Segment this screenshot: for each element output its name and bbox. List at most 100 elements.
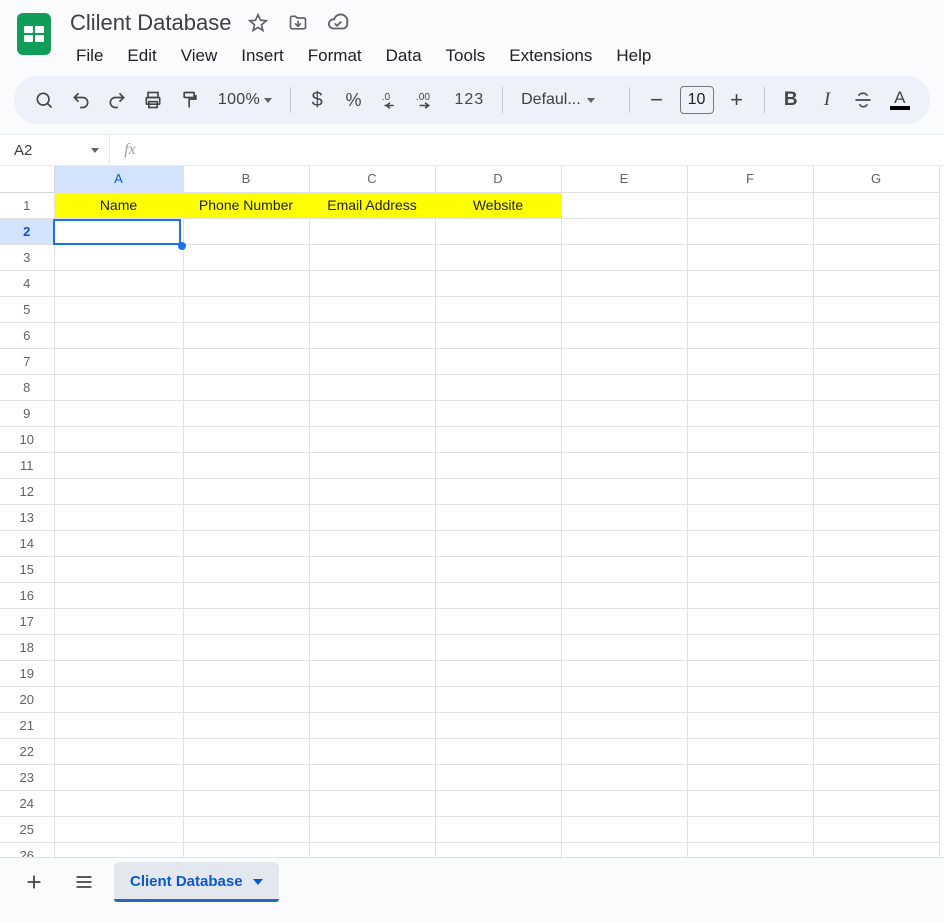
cell[interactable] (813, 192, 939, 218)
cell[interactable] (435, 296, 561, 322)
column-header[interactable]: E (561, 166, 687, 192)
star-icon[interactable] (247, 12, 269, 34)
cell[interactable] (54, 608, 183, 634)
document-title[interactable]: Clilent Database (66, 8, 235, 38)
cell[interactable] (183, 582, 309, 608)
cell[interactable] (309, 374, 435, 400)
cell[interactable] (183, 218, 309, 244)
row-header[interactable]: 26 (0, 842, 54, 857)
cell[interactable] (309, 452, 435, 478)
cell[interactable] (435, 738, 561, 764)
cell[interactable] (183, 660, 309, 686)
cell[interactable] (54, 400, 183, 426)
row-header[interactable]: 22 (0, 738, 54, 764)
cell[interactable] (183, 348, 309, 374)
cell[interactable] (813, 322, 939, 348)
cell[interactable] (687, 790, 813, 816)
cell[interactable] (54, 660, 183, 686)
cell[interactable] (435, 790, 561, 816)
cell[interactable] (561, 504, 687, 530)
cell[interactable] (54, 504, 183, 530)
cell[interactable] (687, 556, 813, 582)
cell[interactable] (561, 530, 687, 556)
cell[interactable] (561, 452, 687, 478)
cell[interactable] (435, 322, 561, 348)
cell[interactable]: Name (54, 192, 183, 218)
move-icon[interactable] (287, 12, 309, 34)
number-format-button[interactable]: 123 (446, 83, 492, 117)
cell[interactable] (435, 530, 561, 556)
cell[interactable] (813, 816, 939, 842)
percent-button[interactable]: % (337, 83, 369, 117)
cell[interactable] (54, 244, 183, 270)
cell[interactable] (435, 426, 561, 452)
cell[interactable] (813, 582, 939, 608)
cell[interactable] (687, 218, 813, 244)
cell[interactable] (687, 686, 813, 712)
menu-insert[interactable]: Insert (231, 42, 294, 70)
cell[interactable] (435, 608, 561, 634)
cell[interactable] (183, 816, 309, 842)
cell[interactable] (435, 400, 561, 426)
cell[interactable] (183, 400, 309, 426)
cell[interactable] (309, 764, 435, 790)
cell[interactable] (183, 452, 309, 478)
cell[interactable] (561, 244, 687, 270)
cell[interactable] (561, 634, 687, 660)
cell[interactable] (54, 296, 183, 322)
select-all-corner[interactable] (0, 166, 54, 192)
cell[interactable] (687, 348, 813, 374)
cell[interactable] (561, 556, 687, 582)
cell[interactable] (309, 218, 435, 244)
currency-button[interactable]: $ (301, 83, 333, 117)
cell[interactable] (309, 738, 435, 764)
cell[interactable] (309, 244, 435, 270)
menu-file[interactable]: File (66, 42, 113, 70)
cell[interactable] (813, 556, 939, 582)
text-color-button[interactable]: A (884, 83, 916, 117)
cell[interactable] (687, 296, 813, 322)
cell[interactable] (561, 582, 687, 608)
cell[interactable] (813, 790, 939, 816)
cell[interactable] (561, 296, 687, 322)
cell[interactable] (309, 348, 435, 374)
cell[interactable] (687, 634, 813, 660)
cell[interactable] (687, 764, 813, 790)
cell[interactable] (687, 530, 813, 556)
cell[interactable] (54, 816, 183, 842)
cell[interactable] (183, 556, 309, 582)
cell[interactable] (183, 244, 309, 270)
row-header[interactable]: 13 (0, 504, 54, 530)
column-header[interactable]: D (435, 166, 561, 192)
cell[interactable] (54, 582, 183, 608)
column-header[interactable]: F (687, 166, 813, 192)
decrease-decimal-button[interactable]: .0 (374, 83, 406, 117)
cell[interactable] (813, 842, 939, 857)
cell[interactable] (54, 348, 183, 374)
decrease-font-size-button[interactable]: − (640, 83, 674, 117)
cell[interactable] (309, 530, 435, 556)
cell[interactable] (183, 790, 309, 816)
cell[interactable] (813, 244, 939, 270)
cell[interactable] (687, 712, 813, 738)
row-header[interactable]: 20 (0, 686, 54, 712)
cell[interactable] (813, 270, 939, 296)
cell[interactable] (687, 478, 813, 504)
cell[interactable] (435, 764, 561, 790)
cell[interactable] (309, 322, 435, 348)
cell[interactable] (54, 634, 183, 660)
cell[interactable] (183, 764, 309, 790)
cell[interactable] (309, 816, 435, 842)
cell[interactable] (813, 218, 939, 244)
strikethrough-button[interactable] (847, 83, 879, 117)
row-header[interactable]: 11 (0, 452, 54, 478)
cell[interactable] (435, 244, 561, 270)
cell[interactable] (813, 504, 939, 530)
cell[interactable] (309, 504, 435, 530)
cell[interactable] (54, 790, 183, 816)
cell[interactable] (435, 842, 561, 857)
search-menu-button[interactable] (28, 83, 60, 117)
cell[interactable] (435, 634, 561, 660)
row-header[interactable]: 9 (0, 400, 54, 426)
menu-edit[interactable]: Edit (117, 42, 166, 70)
